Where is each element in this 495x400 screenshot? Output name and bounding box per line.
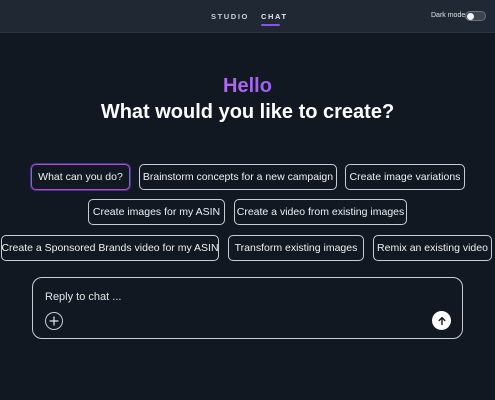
suggestion-brainstorm-concepts[interactable]: Brainstorm concepts for a new campaign [139, 164, 337, 190]
toggle-knob [467, 13, 474, 20]
add-attachment-button[interactable] [45, 312, 63, 330]
send-button[interactable] [432, 311, 451, 330]
suggestion-what-can-you-do[interactable]: What can you do? [31, 164, 130, 190]
dark-mode-toggle[interactable] [465, 11, 486, 21]
suggestion-create-image-variations[interactable]: Create image variations [345, 164, 465, 190]
chat-input[interactable] [45, 288, 425, 306]
suggestion-remix-video[interactable]: Remix an existing video [373, 235, 492, 261]
suggestion-create-video-from-images[interactable]: Create a video from existing images [234, 199, 407, 225]
suggestion-sponsored-brands-video[interactable]: Create a Sponsored Brands video for my A… [1, 235, 219, 261]
tab-studio[interactable]: STUDIO [211, 12, 249, 21]
suggestion-transform-images[interactable]: Transform existing images [228, 235, 364, 261]
arrow-up-icon [438, 316, 445, 325]
dark-mode-label: Dark mode [431, 12, 466, 19]
chat-composer [32, 277, 463, 339]
active-tab-indicator [261, 24, 280, 26]
tab-chat[interactable]: CHAT [261, 12, 288, 21]
top-navigation-bar: STUDIO CHAT Dark mode [0, 0, 495, 33]
plus-icon [49, 316, 59, 326]
greeting-heading: Hello [0, 75, 495, 98]
page-title: What would you like to create? [100, 101, 395, 123]
suggestion-create-images-asin[interactable]: Create images for my ASIN [88, 199, 225, 225]
